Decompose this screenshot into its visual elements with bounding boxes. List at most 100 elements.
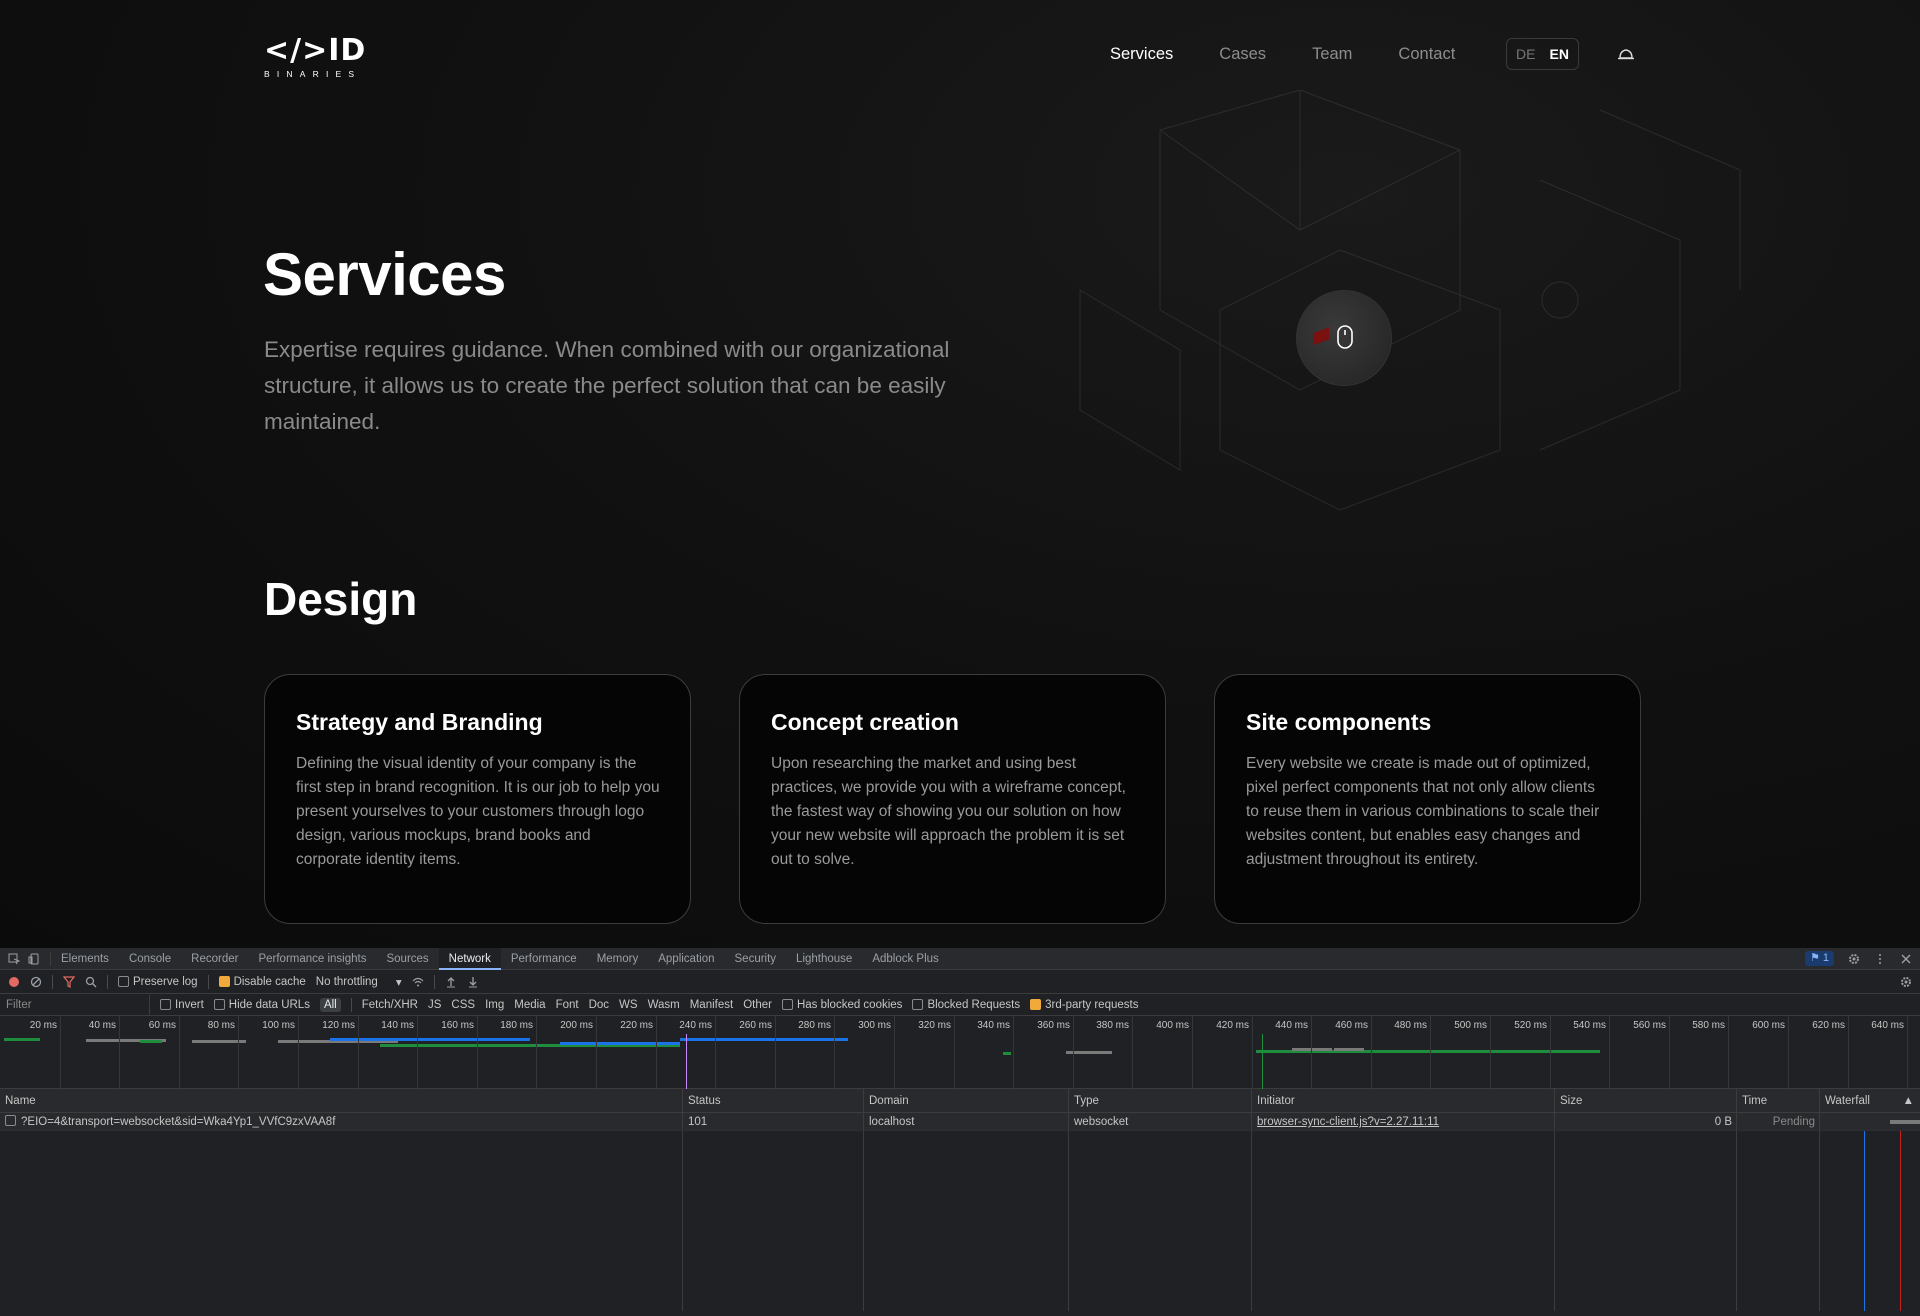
column-header-status[interactable]: Status [683,1089,864,1112]
theme-toggle-icon[interactable] [1617,46,1635,62]
disable-cache-checkbox[interactable]: Disable cache [218,976,306,988]
column-header-domain[interactable]: Domain [864,1089,1069,1112]
network-overview-timeline[interactable]: 20 ms 40 ms 60 ms 80 ms 100 ms 120 ms 140 ms 16… [0,1016,1920,1089]
initiator-link[interactable]: browser-sync-client.js?v=2.27.11:11 [1257,1116,1439,1128]
waterfall-label: Waterfall [1825,1095,1870,1107]
toolbar-divider [350,997,352,1012]
nav-contact[interactable]: Contact [1398,45,1455,64]
preserve-log-checkbox[interactable]: Preserve log [118,976,198,988]
timeline-tick-label: 340 ms [977,1020,1010,1031]
lang-de-button[interactable]: DE [1516,46,1535,62]
tab-adblock-plus[interactable]: Adblock Plus [862,948,948,970]
tab-sources[interactable]: Sources [376,948,438,970]
site-logo[interactable]: </>ID BINARIES [264,36,374,80]
network-settings-gear-icon[interactable] [1900,976,1912,988]
cell-initiator: browser-sync-client.js?v=2.27.11:11 [1252,1113,1555,1130]
table-row[interactable]: ?EIO=4&transport=websocket&sid=Wka4Yp1_V… [0,1113,1920,1131]
timeline-tick-label: 280 ms [798,1020,831,1031]
issues-badge[interactable]: ⚑ 1 [1804,951,1834,966]
checkbox-box [160,999,171,1010]
cell-name-text: ?EIO=4&transport=websocket&sid=Wka4Yp1_V… [21,1116,336,1128]
settings-gear-icon[interactable] [1848,953,1860,965]
main-nav: Services Cases Team Contact [1110,42,1501,66]
timeline-tick: 280 ms [798,1016,835,1089]
inspect-element-icon[interactable] [8,953,20,965]
timeline-tick: 600 ms [1752,1016,1789,1089]
preserve-log-label: Preserve log [133,975,198,988]
timeline-tick: 260 ms [739,1016,776,1089]
clear-icon[interactable] [30,976,42,988]
column-header-time[interactable]: Time [1737,1089,1820,1112]
invert-checkbox[interactable]: Invert [160,999,204,1011]
throttling-value: No throttling [315,975,378,988]
filter-type-all[interactable]: All [319,997,341,1012]
device-toolbar-icon[interactable] [28,953,40,965]
close-icon[interactable] [1900,953,1912,965]
hide-data-urls-checkbox[interactable]: Hide data URLs [213,998,310,1011]
column-header-type[interactable]: Type [1069,1089,1252,1112]
chevron-down-icon: ▾ [395,976,402,989]
filter-input[interactable]: Filter [0,994,150,1015]
throttling-select[interactable]: No throttling ▾ [316,975,402,989]
tab-recorder[interactable]: Recorder [181,948,248,970]
more-options-icon[interactable] [1874,953,1886,965]
timeline-tick: 360 ms [1037,1016,1074,1089]
nav-team[interactable]: Team [1312,45,1352,64]
nav-cases[interactable]: Cases [1219,45,1266,64]
filter-type-manifest[interactable]: Manifest [690,999,733,1011]
empty-column [864,1131,1069,1311]
network-conditions-icon[interactable] [412,976,424,988]
timeline-tick: 140 ms [381,1016,418,1089]
timeline-tick: 400 ms [1156,1016,1193,1089]
third-party-requests-checkbox[interactable]: 3rd-party requests [1030,999,1138,1011]
filter-type-media[interactable]: Media [514,999,545,1011]
nav-services[interactable]: Services [1110,45,1173,64]
filter-type-js[interactable]: JS [428,999,441,1011]
filter-type-fetch-xhr[interactable]: Fetch/XHR [362,999,418,1011]
card-text: Every website we create is made out of o… [1246,755,1600,868]
tab-performance[interactable]: Performance [501,948,587,970]
column-header-size[interactable]: Size [1555,1089,1737,1112]
tab-application[interactable]: Application [648,948,724,970]
hide-data-urls-label: Hide data URLs [228,998,310,1011]
filter-icon[interactable] [63,975,75,988]
timeline-tick: 440 ms [1275,1016,1312,1089]
waterfall-column [1820,1131,1920,1311]
filter-type-doc[interactable]: Doc [589,999,609,1011]
search-icon[interactable] [85,976,97,988]
timeline-tick: 380 ms [1096,1016,1133,1089]
column-header-waterfall[interactable]: Waterfall ▲ [1820,1089,1920,1112]
tab-console[interactable]: Console [119,948,181,970]
timeline-tick-label: 480 ms [1394,1020,1427,1031]
filter-type-ws[interactable]: WS [619,999,638,1011]
column-header-name[interactable]: Name [0,1089,683,1112]
filter-type-other[interactable]: Other [743,999,772,1011]
filter-type-font[interactable]: Font [556,999,579,1011]
tab-security[interactable]: Security [725,948,787,970]
toolbar-divider [107,974,108,989]
timeline-tick-label: 580 ms [1692,1020,1725,1031]
filter-type-wasm[interactable]: Wasm [648,999,680,1011]
tab-network[interactable]: Network [438,948,501,970]
tab-elements[interactable]: Elements [51,948,119,970]
has-blocked-cookies-checkbox[interactable]: Has blocked cookies [781,999,902,1011]
filter-type-css[interactable]: CSS [451,999,475,1011]
column-header-initiator[interactable]: Initiator [1252,1089,1555,1112]
tab-lighthouse[interactable]: Lighthouse [786,948,862,970]
import-har-icon[interactable] [445,976,457,988]
timeline-tick: 40 ms [89,1016,120,1089]
lang-en-button[interactable]: EN [1550,46,1569,62]
record-icon[interactable] [8,976,20,988]
card-text: Defining the visual identity of your com… [296,755,660,868]
filter-type-img[interactable]: Img [485,999,504,1011]
export-har-icon[interactable] [467,976,479,988]
timeline-tick: 20 ms [30,1016,61,1089]
timeline-tick-label: 320 ms [918,1020,951,1031]
tab-memory[interactable]: Memory [587,948,649,970]
blocked-requests-checkbox[interactable]: Blocked Requests [912,999,1020,1011]
tab-performance-insights[interactable]: Performance insights [248,948,376,970]
waterfall-load-line [1900,1131,1901,1311]
cell-status: 101 [683,1113,864,1130]
timeline-tick: 220 ms [620,1016,657,1089]
timeline-tick: 520 ms [1514,1016,1551,1089]
